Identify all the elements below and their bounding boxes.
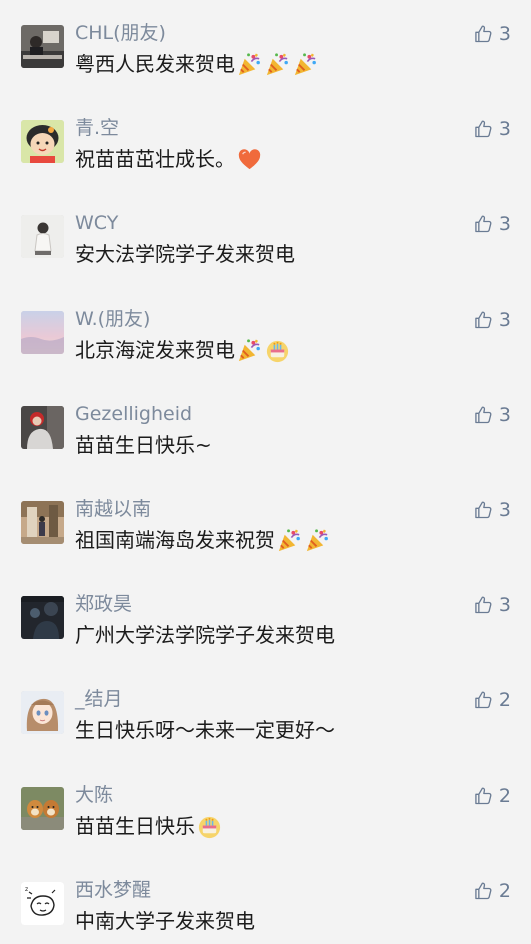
comment-nickname[interactable]: Gezelligheid <box>75 402 192 426</box>
like-count: 3 <box>498 118 511 140</box>
comment-nickname[interactable]: 西水梦醒 <box>75 878 151 902</box>
comment-text: 苗苗生日快乐 <box>75 812 223 840</box>
like-button[interactable]: 3 <box>473 308 511 332</box>
comment-item: 南越以南 祖国南端海岛发来祝贺 3 <box>0 476 531 571</box>
avatar[interactable] <box>21 501 64 544</box>
like-button[interactable]: 3 <box>473 498 511 522</box>
like-count: 2 <box>498 689 511 711</box>
comment-nickname[interactable]: WCY <box>75 211 118 235</box>
comment-text: 苗苗生日快乐~ <box>75 431 212 459</box>
like-count: 2 <box>498 785 511 807</box>
comment-text-body: 苗苗生日快乐~ <box>75 433 212 457</box>
comment-text: 北京海淀发来贺电 <box>75 336 291 364</box>
thumbs-up-icon <box>473 405 493 425</box>
thumbs-up-icon <box>473 500 493 520</box>
avatar[interactable] <box>21 215 64 258</box>
avatar[interactable] <box>21 25 64 68</box>
like-count: 3 <box>498 213 511 235</box>
comment-text: 祝苗苗茁壮成长。 <box>75 145 263 173</box>
comment-item: WCY 安大法学院学子发来贺电 3 <box>0 190 531 285</box>
like-button[interactable]: 2 <box>473 879 511 903</box>
comment-text-body: 广州大学法学院学子发来贺电 <box>75 623 335 647</box>
like-button[interactable]: 2 <box>473 688 511 712</box>
svg-text:z: z <box>25 886 28 893</box>
comment-item: Gezelligheid 苗苗生日快乐~ 3 <box>0 381 531 476</box>
heart-icon <box>236 146 263 173</box>
like-button[interactable]: 3 <box>473 403 511 427</box>
thumbs-up-icon <box>473 310 493 330</box>
comment-text: 中南大学子发来贺电 <box>75 907 255 935</box>
thumbs-up-icon <box>473 24 493 44</box>
comment-text: 安大法学院学子发来贺电 <box>75 240 295 268</box>
comment-text: 粤西人民发来贺电 <box>75 50 319 78</box>
comment-text-body: 苗苗生日快乐 <box>75 814 195 838</box>
like-count: 3 <box>498 404 511 426</box>
avatar[interactable] <box>21 691 64 734</box>
like-button[interactable]: 2 <box>473 784 511 808</box>
avatar[interactable]: z <box>21 882 64 925</box>
comment-nickname[interactable]: CHL(朋友) <box>75 21 166 45</box>
comment-nickname[interactable]: 郑政昊 <box>75 592 132 616</box>
party-popper-icon <box>236 337 263 364</box>
comment-text-body: 粤西人民发来贺电 <box>75 52 235 76</box>
cake-icon <box>264 337 291 364</box>
comment-text-body: 安大法学院学子发来贺电 <box>75 242 295 266</box>
like-button[interactable]: 3 <box>473 22 511 46</box>
avatar[interactable] <box>21 406 64 449</box>
comment-nickname[interactable]: W.(朋友) <box>75 307 150 331</box>
comment-text: 广州大学法学院学子发来贺电 <box>75 621 335 649</box>
avatar[interactable] <box>21 787 64 830</box>
avatar[interactable] <box>21 311 64 354</box>
comment-item: CHL(朋友) 粤西人民发来贺电 3 <box>0 0 531 95</box>
like-count: 3 <box>498 309 511 331</box>
comment-item: _结月 生日快乐呀～未来一定更好～ 2 <box>0 666 531 761</box>
thumbs-up-icon <box>473 690 493 710</box>
comment-nickname[interactable]: 青.空 <box>75 116 119 140</box>
comment-list: CHL(朋友) 粤西人民发来贺电 3 青.空 祝苗苗茁壮成长。 3 WCY 安大… <box>0 0 531 944</box>
like-button[interactable]: 3 <box>473 212 511 236</box>
comment-text: 生日快乐呀～未来一定更好～ <box>75 716 335 744</box>
party-popper-icon <box>292 51 319 78</box>
comment-item: 大陈 苗苗生日快乐 2 <box>0 762 531 857</box>
comment-text-body: 中南大学子发来贺电 <box>75 909 255 933</box>
thumbs-up-icon <box>473 881 493 901</box>
like-button[interactable]: 3 <box>473 593 511 617</box>
comment-item: W.(朋友) 北京海淀发来贺电 3 <box>0 286 531 381</box>
thumbs-up-icon <box>473 786 493 806</box>
thumbs-up-icon <box>473 595 493 615</box>
party-popper-icon <box>304 527 331 554</box>
party-popper-icon <box>236 51 263 78</box>
comment-text-body: 祝苗苗茁壮成长。 <box>75 147 235 171</box>
comment-text-body: 北京海淀发来贺电 <box>75 338 235 362</box>
comment-nickname[interactable]: _结月 <box>75 687 123 711</box>
comment-text-body: 生日快乐呀～未来一定更好～ <box>75 718 335 742</box>
thumbs-up-icon <box>473 214 493 234</box>
cake-icon <box>196 813 223 840</box>
comment-text: 祖国南端海岛发来祝贺 <box>75 526 331 554</box>
avatar[interactable] <box>21 596 64 639</box>
comment-item: 郑政昊 广州大学法学院学子发来贺电 3 <box>0 571 531 666</box>
comment-nickname[interactable]: 大陈 <box>75 783 113 807</box>
comment-text-body: 祖国南端海岛发来祝贺 <box>75 528 275 552</box>
party-popper-icon <box>264 51 291 78</box>
like-count: 3 <box>498 594 511 616</box>
avatar[interactable] <box>21 120 64 163</box>
like-count: 3 <box>498 23 511 45</box>
like-count: 3 <box>498 499 511 521</box>
like-button[interactable]: 3 <box>473 117 511 141</box>
comment-item: 青.空 祝苗苗茁壮成长。 3 <box>0 95 531 190</box>
comment-item: z 西水梦醒 中南大学子发来贺电 2 <box>0 857 531 944</box>
thumbs-up-icon <box>473 119 493 139</box>
comment-nickname[interactable]: 南越以南 <box>75 497 151 521</box>
party-popper-icon <box>276 527 303 554</box>
like-count: 2 <box>498 880 511 902</box>
